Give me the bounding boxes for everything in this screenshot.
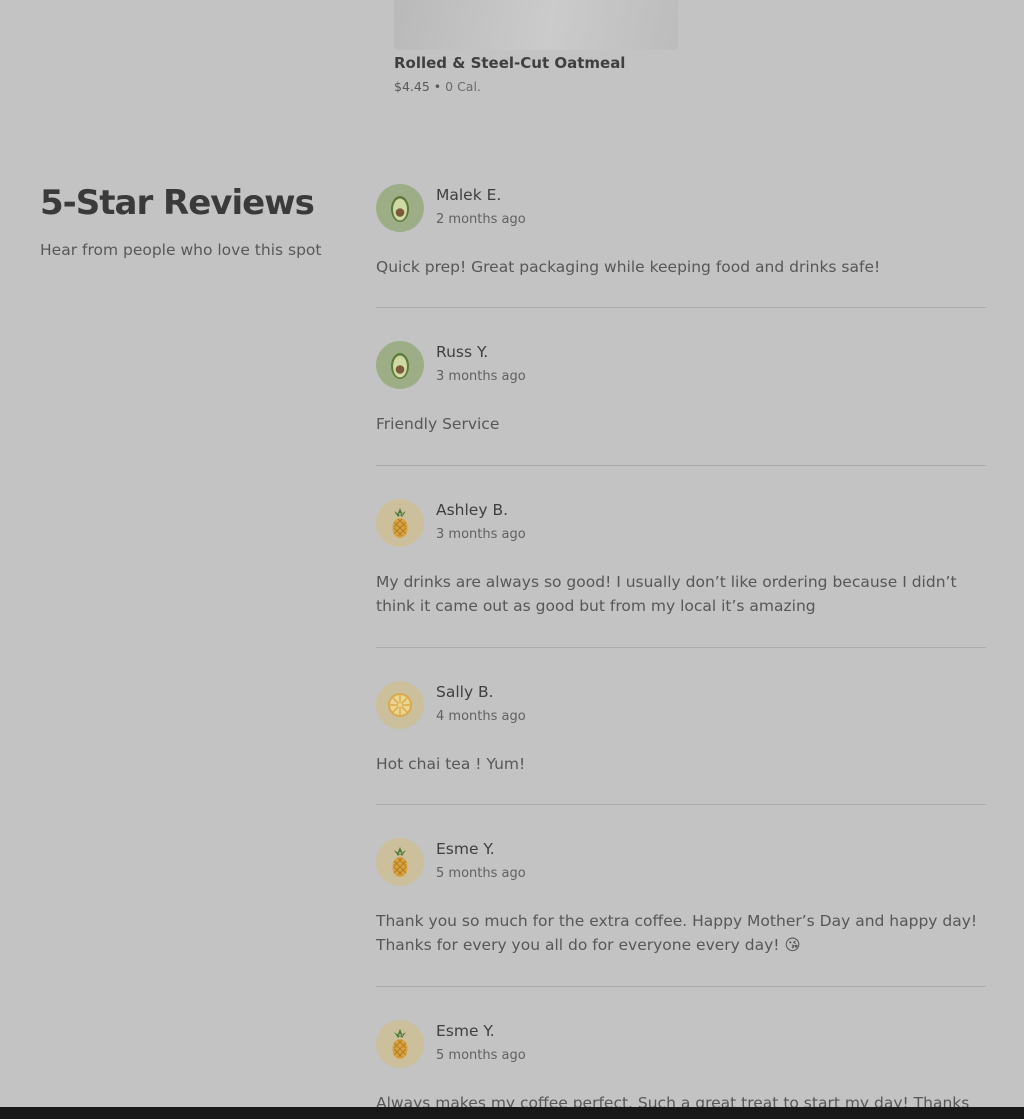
- review-text: My drinks are always so good! I usually …: [376, 573, 957, 615]
- pineapple-icon: [376, 499, 424, 547]
- menu-item-card[interactable]: Rolled & Steel-Cut Oatmeal $4.45 • 0 Cal…: [394, 0, 678, 94]
- review-date: 2 months ago: [436, 212, 526, 227]
- review-item: Russ Y. 3 months ago Friendly Service: [376, 341, 986, 466]
- review-text: Thank you so much for the extra coffee. …: [376, 912, 978, 954]
- menu-item-price: $4.45: [394, 79, 430, 94]
- avocado-icon: [376, 341, 424, 389]
- review-item: Esme Y. 5 months ago Always makes my cof…: [376, 1020, 986, 1115]
- review-item: Sally B. 4 months ago Hot chai tea ! Yum…: [376, 681, 986, 805]
- review-date: 3 months ago: [436, 369, 526, 384]
- reviewer-name: Russ Y.: [436, 343, 489, 361]
- review-date: 4 months ago: [436, 709, 526, 724]
- reviewer-name: Esme Y.: [436, 1022, 495, 1040]
- reviewer-name: Malek E.: [436, 186, 502, 204]
- reviewer-name: Esme Y.: [436, 840, 495, 858]
- menu-item-image: [394, 0, 678, 50]
- meta-separator: •: [433, 79, 442, 94]
- pineapple-icon: [376, 838, 424, 886]
- review-date: 3 months ago: [436, 527, 526, 542]
- menu-item-name: Rolled & Steel-Cut Oatmeal: [394, 54, 626, 72]
- pineapple-icon: [376, 1020, 424, 1068]
- review-item: Malek E. 2 months ago Quick prep! Great …: [376, 184, 986, 308]
- review-item: Esme Y. 5 months ago Thank you so much f…: [376, 838, 986, 987]
- avocado-icon: [376, 184, 424, 232]
- menu-item-meta: $4.45 • 0 Cal.: [394, 79, 481, 94]
- lemon-slice-icon: [376, 681, 424, 729]
- review-date: 5 months ago: [436, 866, 526, 881]
- reviewer-name: Sally B.: [436, 683, 494, 701]
- review-text: Quick prep! Great packaging while keepin…: [376, 258, 881, 276]
- reviewer-name: Ashley B.: [436, 501, 509, 519]
- review-text: Friendly Service: [376, 415, 500, 433]
- review-date: 5 months ago: [436, 1048, 526, 1063]
- review-item: Ashley B. 3 months ago My drinks are alw…: [376, 499, 986, 648]
- bottom-bar: [0, 1107, 1024, 1119]
- menu-item-calories: 0 Cal.: [445, 79, 481, 94]
- reviews-list: Malek E. 2 months ago Quick prep! Great …: [376, 184, 986, 1115]
- section-subtitle: Hear from people who love this spot: [40, 241, 322, 259]
- review-text: Hot chai tea ! Yum!: [376, 755, 526, 773]
- section-title: 5-Star Reviews: [40, 183, 315, 223]
